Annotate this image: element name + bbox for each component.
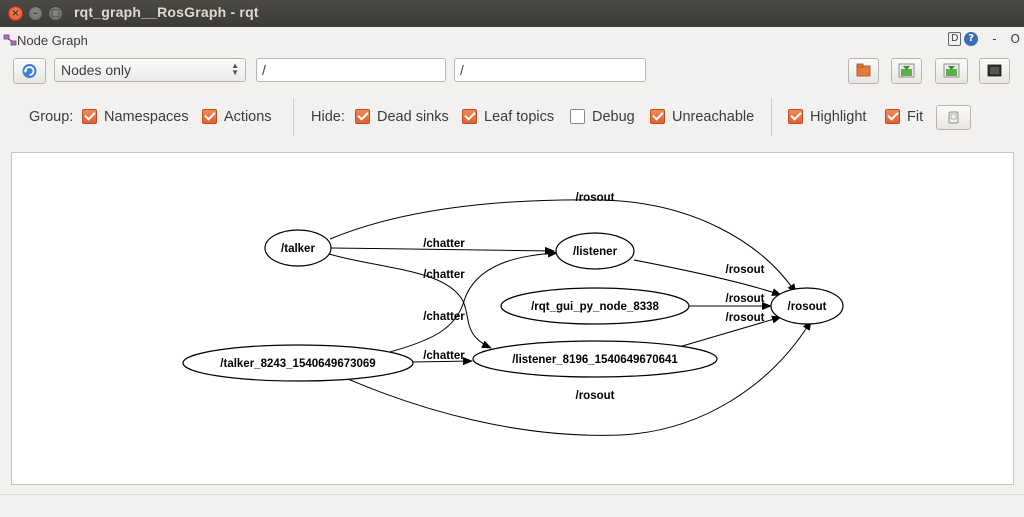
edge-talker-listener8196 [328, 253, 492, 349]
group-label: Group: [29, 109, 74, 125]
highlight-label: Highlight [810, 109, 867, 125]
save-image-button[interactable] [979, 58, 1010, 84]
unreachable-label: Unreachable [672, 109, 755, 125]
separator [293, 98, 294, 136]
node-label: /rqt_gui_py_node_8338 [531, 301, 659, 313]
edge-label-talker-listener8196: /chatter [423, 269, 465, 281]
minimize-icon: – [33, 8, 38, 19]
node-label: /talker [281, 243, 315, 255]
save-svg-icon [943, 63, 960, 78]
dock-close-button[interactable]: O [1011, 32, 1020, 46]
status-bar [0, 494, 1024, 517]
edge-label-rqtgui-rosout: /rosout [726, 293, 765, 305]
edge-label-listener-rosout: /rosout [726, 264, 765, 276]
dock-title: Node Graph [17, 33, 88, 48]
dock-d-button[interactable]: D [948, 32, 962, 46]
node-label: /talker_8243_1540649673069 [220, 358, 375, 370]
window-close-button[interactable]: × [8, 6, 23, 21]
namespaces-checkbox[interactable] [82, 109, 97, 124]
leaf-topics-label: Leaf topics [484, 109, 555, 125]
ros-graph: /rosout /chatter /chatter /chatter /chat… [182, 192, 844, 436]
graph-canvas[interactable]: /rosout /chatter /chatter /chatter /chat… [11, 152, 1014, 485]
node-label: /listener_8196_1540649670641 [512, 354, 678, 366]
combo-updown-icon: ▲ ▼ [231, 61, 239, 77]
edge-talker8243-rosout [340, 320, 812, 436]
actions-label: Actions [224, 109, 272, 125]
namespaces-label: Namespaces [104, 109, 189, 125]
unreachable-checkbox[interactable] [650, 109, 665, 124]
open-folder-icon [856, 63, 871, 77]
dead-sinks-checkbox[interactable] [355, 109, 370, 124]
separator [771, 98, 772, 136]
window-maximize-button[interactable]: □ [48, 6, 63, 21]
node-rqt-gui-py[interactable]: /rqt_gui_py_node_8338 [500, 287, 690, 325]
edge-label-talker8243-listener8196: /chatter [423, 350, 465, 362]
window-title: rqt_graph__RosGraph - rqt [74, 4, 259, 20]
window-minimize-button[interactable]: – [28, 6, 43, 21]
dock-minimize-button[interactable]: - [992, 32, 996, 46]
edge-label-talker8243-rosout: /rosout [576, 390, 615, 402]
fit-in-view-button[interactable] [936, 105, 971, 130]
node-label: /listener [573, 246, 618, 258]
window-titlebar: × – □ rqt_graph__RosGraph - rqt [0, 0, 1024, 27]
node-talker[interactable]: /talker [264, 229, 332, 267]
debug-checkbox[interactable] [570, 109, 585, 124]
edge-label-listener8196-rosout: /rosout [726, 312, 765, 324]
save-dot-icon [898, 63, 915, 78]
save-svg-button[interactable] [935, 58, 968, 84]
hide-label: Hide: [311, 109, 345, 125]
graph-mode-value: Nodes only [61, 62, 132, 78]
actions-checkbox[interactable] [202, 109, 217, 124]
highlight-checkbox[interactable] [788, 109, 803, 124]
leaf-topics-checkbox[interactable] [462, 109, 477, 124]
refresh-button[interactable] [13, 58, 46, 84]
fit-view-icon [948, 111, 959, 124]
close-icon: × [11, 8, 20, 19]
dock-header: Node Graph D ? - O [0, 30, 1024, 52]
toolbar-main: Nodes only ▲ ▼ / / [0, 56, 1024, 86]
load-dot-button[interactable] [848, 58, 879, 84]
monitor-icon [987, 64, 1002, 77]
help-icon[interactable]: ? [964, 32, 979, 46]
topic-filter-input[interactable]: / [454, 58, 646, 82]
fit-checkbox[interactable] [885, 109, 900, 124]
node-rosout[interactable]: /rosout [770, 287, 844, 325]
node-listener-8196[interactable]: /listener_8196_1540649670641 [472, 340, 718, 378]
maximize-icon: □ [50, 8, 61, 19]
dock-controls: D ? - O [948, 32, 1020, 46]
node-listener[interactable]: /listener [555, 232, 635, 270]
fit-label: Fit [907, 109, 924, 125]
save-dot-button[interactable] [891, 58, 922, 84]
node-label: /rosout [788, 301, 827, 313]
namespace-filter-input[interactable]: / [256, 58, 446, 82]
edge-label-talker-rosout: /rosout [576, 192, 615, 204]
toolbar-options: Group: Namespaces Actions Hide: Dead sin… [0, 98, 1024, 138]
node-graph-icon [3, 34, 17, 46]
edge-label-talker-listener: /chatter [423, 238, 465, 250]
debug-label: Debug [592, 109, 635, 125]
edge-label-talker8243-listener: /chatter [423, 311, 465, 323]
node-talker-8243[interactable]: /talker_8243_1540649673069 [182, 344, 414, 382]
dead-sinks-label: Dead sinks [377, 109, 449, 125]
graph-mode-select[interactable]: Nodes only ▲ ▼ [54, 58, 246, 82]
refresh-icon [22, 64, 37, 78]
